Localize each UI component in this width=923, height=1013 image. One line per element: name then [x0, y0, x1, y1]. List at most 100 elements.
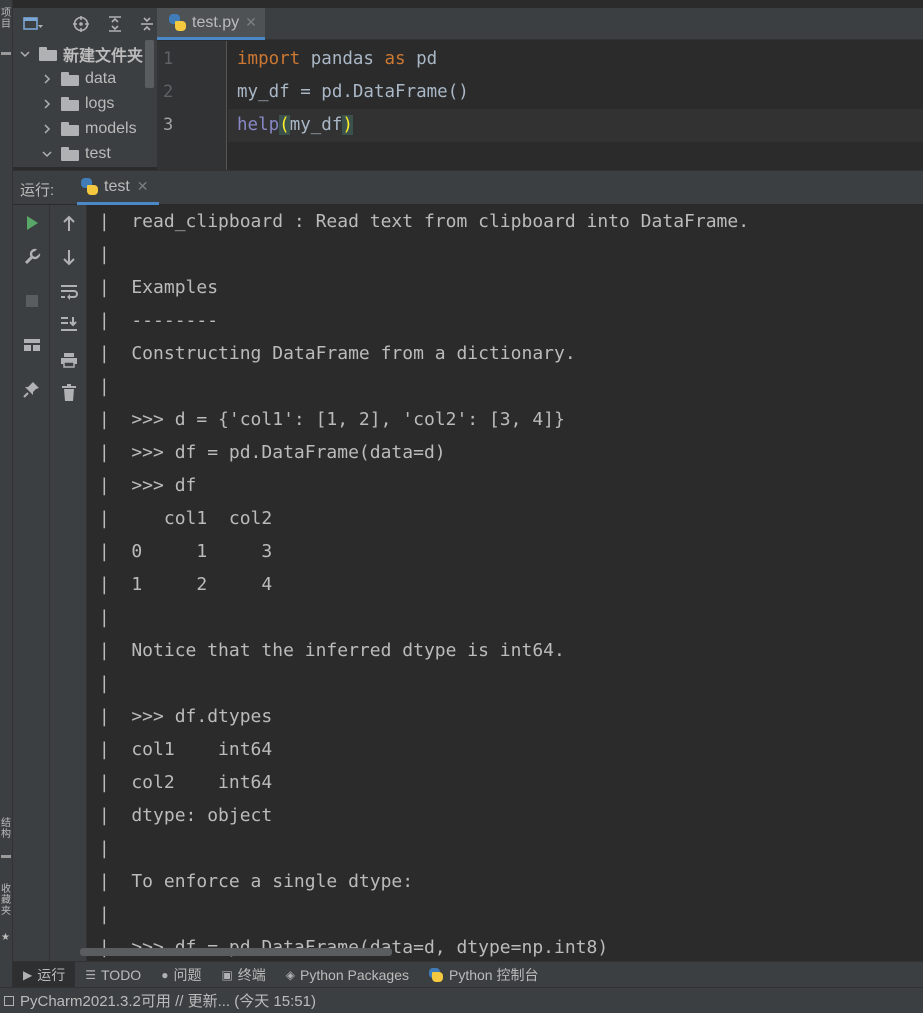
- tool-label: Python Packages: [300, 966, 409, 983]
- tool-run[interactable]: ▶ 运行: [13, 961, 76, 988]
- chevron-right-icon[interactable]: [41, 123, 53, 135]
- tool-label: 终端: [237, 966, 266, 983]
- tool-label: 运行: [37, 966, 66, 983]
- bracket-close: ): [342, 115, 353, 135]
- collapse-all-icon[interactable]: [137, 15, 157, 33]
- status-bar: PyCharm2021.3.2可用 // 更新... (今天 15:51): [0, 987, 923, 1013]
- keyword-as: as: [384, 49, 406, 69]
- trash-icon[interactable]: [58, 382, 80, 404]
- run-toolbar-secondary: [50, 205, 87, 961]
- locate-icon[interactable]: [71, 15, 91, 33]
- tree-item-logs[interactable]: logs: [13, 91, 157, 116]
- arrow-down-icon[interactable]: [58, 246, 80, 268]
- project-view-icon[interactable]: [23, 15, 43, 33]
- tree-item-data[interactable]: data: [13, 66, 157, 91]
- tool-label: Python 控制台: [449, 966, 539, 983]
- tree-scrollbar[interactable]: [145, 40, 154, 88]
- console-line: | >>> df = pd.DataFrame(data=d, dtype=np…: [99, 937, 609, 958]
- chevron-down-icon[interactable]: [19, 48, 31, 60]
- structure-tool-icon[interactable]: [1, 855, 11, 858]
- console-line: | 1 2 4: [88, 574, 273, 595]
- console-line: |: [88, 838, 110, 859]
- tool-label: TODO: [101, 966, 142, 983]
- arrow-up-icon[interactable]: [58, 213, 80, 235]
- rerun-play-icon[interactable]: [21, 212, 43, 234]
- console-line: | To enforce a single dtype:: [88, 871, 414, 892]
- chevron-down-icon[interactable]: [41, 148, 53, 160]
- line-number-gutter: 1 2 3: [157, 41, 227, 170]
- expand-all-icon[interactable]: [105, 15, 125, 33]
- wrench-icon[interactable]: [21, 246, 43, 268]
- play-icon: ▶: [23, 967, 33, 982]
- console-horizontal-scrollbar[interactable]: [80, 948, 392, 956]
- console-line: |: [88, 904, 110, 925]
- tree-item-root-folder[interactable]: 新建文件夹: [13, 41, 157, 66]
- scroll-to-end-icon[interactable]: [58, 313, 80, 335]
- layout-icon[interactable]: [21, 334, 43, 356]
- console-line: | >>> d = {'col1': [1, 2], 'col2': [3, 4…: [88, 409, 565, 430]
- module-alias: pd: [405, 49, 438, 69]
- console-line: |: [88, 607, 110, 628]
- tree-item-label: logs: [85, 94, 115, 112]
- terminal-icon: ▣: [221, 967, 233, 982]
- folder-icon: [61, 146, 79, 161]
- tree-item-label: models: [85, 119, 137, 137]
- chevron-right-icon[interactable]: [41, 98, 53, 110]
- python-file-icon: [169, 14, 186, 31]
- status-square-icon[interactable]: [4, 995, 14, 1006]
- tab-test-py[interactable]: test.py ✕: [157, 8, 265, 40]
- module-name: pandas: [300, 49, 385, 69]
- code-editor[interactable]: 1 2 3 import pandas as pd my_df = pd.Dat…: [157, 41, 923, 170]
- console-line: | Notice that the inferred dtype is int6…: [88, 640, 565, 661]
- tool-todo[interactable]: ☰ TODO: [75, 962, 151, 988]
- tree-item-label: 新建文件夹: [63, 47, 144, 65]
- info-icon: ●: [161, 967, 169, 982]
- tree-item-test[interactable]: test: [13, 141, 157, 166]
- chevron-right-icon[interactable]: [41, 73, 53, 85]
- code-line-3[interactable]: help(my_df): [237, 109, 353, 142]
- favorites-tool-label[interactable]: 收藏夹: [1, 884, 12, 917]
- pin-icon[interactable]: [21, 378, 43, 400]
- bracket-open: (: [279, 115, 290, 135]
- code-line-1[interactable]: import pandas as pd: [237, 43, 437, 76]
- tool-python-packages[interactable]: ◈ Python Packages: [276, 962, 419, 988]
- soft-wrap-icon[interactable]: [58, 281, 80, 303]
- tool-python-console[interactable]: Python 控制台: [419, 962, 548, 988]
- tab-label: test.py: [192, 13, 240, 31]
- tool-problems[interactable]: ● 问题: [151, 962, 211, 988]
- code-line-2[interactable]: my_df = pd.DataFrame(): [237, 76, 469, 109]
- console-line: | Examples: [88, 277, 219, 298]
- line-number-current: 3: [163, 115, 174, 135]
- editor-tab-bar: test.py ✕: [157, 8, 923, 40]
- project-tool-icon[interactable]: [1, 52, 11, 55]
- tool-label: 问题: [173, 966, 202, 983]
- run-toolbar-primary: [13, 205, 50, 961]
- project-toolbar: [13, 8, 157, 40]
- structure-tool-label[interactable]: 结构: [1, 818, 12, 840]
- stop-icon[interactable]: [21, 290, 43, 312]
- tree-item-models[interactable]: models: [13, 116, 157, 141]
- console-line: | Constructing DataFrame from a dictiona…: [88, 343, 576, 364]
- print-icon[interactable]: [58, 349, 80, 371]
- tool-terminal[interactable]: ▣ 终端: [211, 962, 275, 988]
- close-icon[interactable]: ✕: [137, 178, 149, 195]
- list-icon: ☰: [85, 967, 96, 982]
- project-tool-label[interactable]: 项目: [1, 8, 12, 30]
- tool-window-bar: ▶ 运行 ☰ TODO ● 问题 ▣ 终端 ◈ Python Packages …: [13, 961, 923, 988]
- run-console-output[interactable]: | read_clipboard : Read text from clipbo…: [88, 205, 923, 961]
- tree-item-label: data: [85, 69, 117, 87]
- run-panel-header: 运行: test ✕: [13, 170, 923, 205]
- star-icon[interactable]: ★: [1, 932, 12, 943]
- console-line: | col1 col2: [88, 508, 273, 529]
- run-tab-label: test: [104, 177, 130, 195]
- keyword-import: import: [237, 49, 301, 69]
- status-message[interactable]: PyCharm2021.3.2可用 // 更新... (今天 15:51): [20, 990, 316, 1011]
- code-argument: my_df: [289, 115, 343, 135]
- builtin-help: help: [237, 115, 280, 135]
- close-icon[interactable]: ✕: [245, 14, 257, 31]
- line-number: 1: [163, 49, 174, 69]
- project-tree: 新建文件夹 data logs models test: [13, 40, 157, 167]
- tree-item-label: test: [85, 144, 111, 162]
- packages-icon: ◈: [285, 967, 296, 982]
- run-tab-test[interactable]: test ✕: [77, 171, 159, 205]
